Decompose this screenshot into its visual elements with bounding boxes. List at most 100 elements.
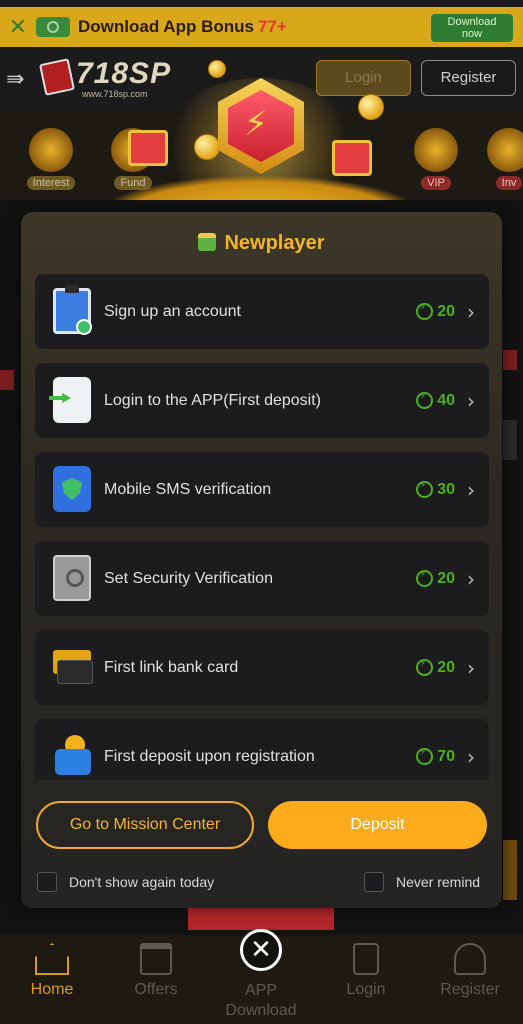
download-now-label-line2: now <box>461 28 483 40</box>
gift-icon <box>140 943 172 975</box>
shortcut-label: Interest <box>26 176 76 190</box>
download-app-banner: ✕ Download App Bonus 77+ Download now <box>0 7 523 47</box>
task-login-app[interactable]: Login to the APP(First deposit) 40 › <box>35 363 489 438</box>
side-decoration <box>0 370 14 390</box>
dont-show-today-option[interactable]: Don't show again today <box>37 871 214 893</box>
bank-card-icon <box>53 644 93 690</box>
modal-title: Newplayer <box>21 232 502 255</box>
dont-show-today-checkbox[interactable] <box>37 872 57 892</box>
dont-show-today-label: Don't show again today <box>69 874 215 890</box>
task-sms-verification[interactable]: Mobile SMS verification 30 › <box>35 452 489 527</box>
piggy-bank-icon <box>29 128 73 172</box>
task-reward: 20 <box>416 630 455 705</box>
coin-icon <box>208 60 226 78</box>
chevron-right-icon: › <box>467 744 475 769</box>
clipboard-check-icon <box>53 285 92 335</box>
side-decoration <box>503 420 517 460</box>
home-icon <box>35 943 69 975</box>
bolt-coin-icon <box>416 391 434 409</box>
chevron-right-icon: › <box>467 655 475 680</box>
coin-icon <box>358 94 384 120</box>
task-list: Sign up an account 20 › Login to the APP… <box>35 274 489 780</box>
side-decoration <box>503 840 517 900</box>
task-reward: 30 <box>416 452 455 527</box>
bolt-coin-icon <box>416 480 434 498</box>
modal-title-text: Newplayer <box>224 232 325 254</box>
task-sign-up[interactable]: Sign up an account 20 › <box>35 274 489 349</box>
add-user-icon <box>454 943 486 975</box>
shortcut-label: VIP <box>421 176 451 190</box>
nav-offers[interactable]: Offers <box>104 943 208 999</box>
phone-login-icon <box>49 377 91 423</box>
bolt-coin-icon <box>416 569 434 587</box>
chevron-right-icon: › <box>467 299 475 324</box>
task-label: First deposit upon registration <box>104 747 315 765</box>
task-reward-value: 20 <box>437 658 455 676</box>
never-remind-checkbox[interactable] <box>364 872 384 892</box>
task-first-deposit[interactable]: First deposit upon registration 70 › <box>35 719 489 780</box>
banner-title-text: Download App Bonus <box>78 17 254 36</box>
wallet-coin-icon <box>53 733 91 779</box>
side-decoration <box>503 350 517 370</box>
nav-label: Login <box>346 981 386 998</box>
gift-box-icon <box>332 140 372 176</box>
nav-label: Register <box>440 981 500 998</box>
deposit-button[interactable]: Deposit <box>268 801 487 849</box>
banner-title: Download App Bonus 77+ <box>78 17 287 37</box>
task-label: Sign up an account <box>104 302 241 320</box>
go-to-mission-center-button[interactable]: Go to Mission Center <box>36 801 254 849</box>
newplayer-modal: Newplayer Sign up an account 20 › Login … <box>21 212 502 908</box>
lightning-icon: ⚡ <box>244 104 268 144</box>
task-label: Mobile SMS verification <box>104 480 272 498</box>
task-security-verification[interactable]: Set Security Verification 20 › <box>35 541 489 616</box>
never-remind-label: Never remind <box>396 874 481 890</box>
register-button[interactable]: Register <box>421 60 516 96</box>
app-page: ✕ Download App Bonus 77+ Download now ⇛ 7… <box>0 0 523 1024</box>
task-reward: 20 <box>416 541 455 616</box>
nav-label: Home <box>30 981 74 998</box>
shortcut-interest[interactable]: Interest <box>20 128 82 191</box>
bolt-coin-icon <box>416 658 434 676</box>
chevron-right-icon: › <box>467 566 475 591</box>
bolt-coin-icon <box>416 747 434 765</box>
bolt-coin-icon <box>416 302 434 320</box>
task-reward: 40 <box>416 363 455 438</box>
close-modal-button[interactable]: ✕ <box>240 929 282 971</box>
shortcut-label: Inv <box>495 176 523 190</box>
nav-register[interactable]: Register <box>418 943 522 999</box>
close-icon[interactable]: ✕ <box>0 15 36 40</box>
banner-bonus: 77+ <box>257 17 287 36</box>
download-now-button[interactable]: Download now <box>431 14 513 42</box>
nav-app-download[interactable]: APP Download <box>209 981 313 1021</box>
task-reward-value: 30 <box>437 480 455 498</box>
task-reward: 70 <box>416 719 455 780</box>
task-reward-value: 20 <box>437 569 455 587</box>
nav-login[interactable]: Login <box>314 943 418 999</box>
never-remind-option[interactable]: Never remind <box>364 871 480 893</box>
nav-label-line2: Download <box>225 1002 297 1019</box>
task-reward: 20 <box>416 274 455 349</box>
task-reward-value: 70 <box>437 747 455 765</box>
gift-icon <box>198 233 217 251</box>
nav-home[interactable]: Home <box>0 943 104 999</box>
login-door-icon <box>353 943 379 975</box>
reward-hero-art: ⚡ <box>100 58 420 218</box>
task-reward-value: 40 <box>437 391 455 409</box>
vip-crown-icon <box>414 128 458 172</box>
download-now-label-line1: Download <box>447 16 497 28</box>
coin-icon <box>194 134 220 160</box>
invite-icon <box>487 128 523 172</box>
task-label: First link bank card <box>104 658 239 676</box>
task-link-bank-card[interactable]: First link bank card 20 › <box>35 630 489 705</box>
task-label: Login to the APP(First deposit) <box>104 391 321 409</box>
task-reward-value: 20 <box>437 302 455 320</box>
safe-icon <box>53 555 91 601</box>
brand-logo-card-icon <box>39 58 75 96</box>
shortcut-invite[interactable]: Inv <box>478 128 523 191</box>
nav-label: Offers <box>134 981 178 998</box>
money-icon <box>36 17 70 37</box>
menu-icon[interactable]: ⇛ <box>6 67 24 92</box>
chevron-right-icon: › <box>467 477 475 502</box>
phone-shield-icon <box>53 466 91 512</box>
nav-label: APP <box>244 982 277 999</box>
